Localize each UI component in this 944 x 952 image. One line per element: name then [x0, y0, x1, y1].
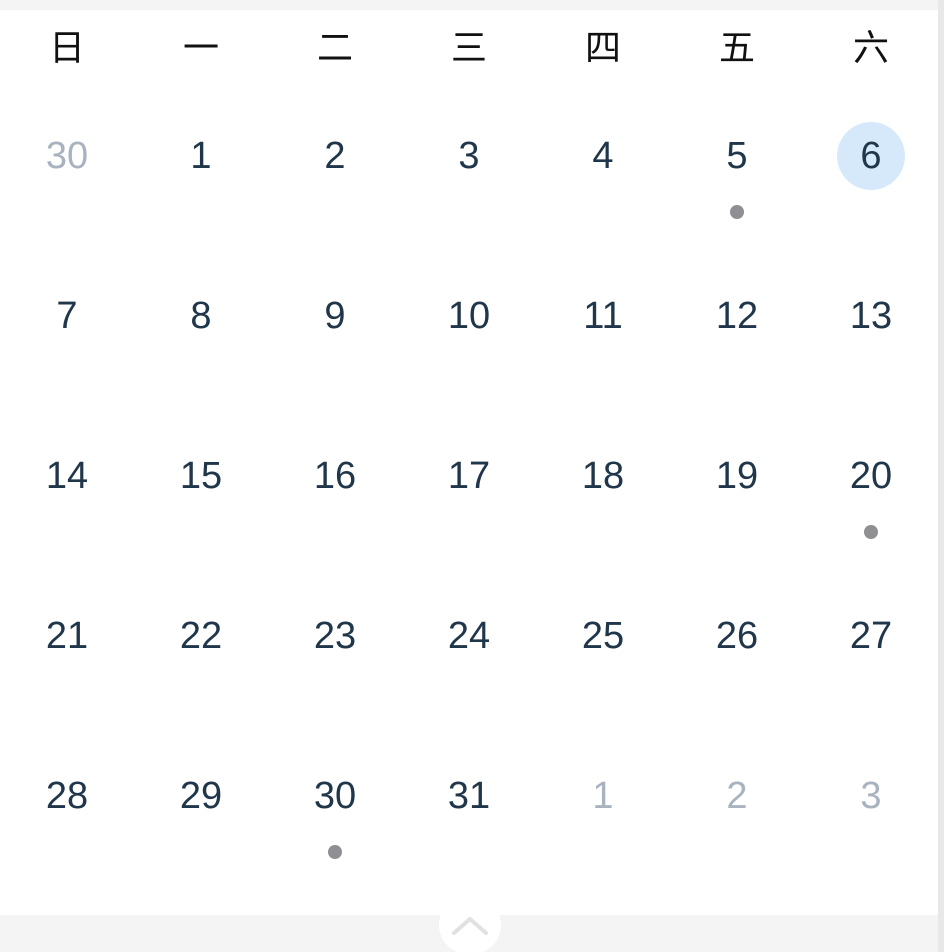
date-number: 24	[447, 615, 491, 657]
weekday-tuesday: 二	[316, 28, 353, 69]
calendar-day-cell[interactable]: 11	[536, 261, 670, 421]
calendar-day-cell[interactable]: 1	[134, 101, 268, 261]
calendar-day-cell[interactable]: 12	[670, 261, 804, 421]
calendar-week-row: 30 1 2 3 4 5 6	[0, 101, 938, 261]
calendar-day-cell[interactable]: 17	[402, 421, 536, 581]
date-number: 8	[190, 295, 212, 337]
calendar-day-cell[interactable]: 6	[804, 101, 938, 261]
date-number: 2	[726, 775, 748, 817]
calendar-screen: 日 一 二 三 四 五 六 30 1 2 3 4 5 6 7 8 9 10 11 12 13 14 15 16 1…	[0, 0, 944, 952]
calendar-day-cell[interactable]: 23	[268, 581, 402, 741]
calendar-day-cell[interactable]: 31	[402, 741, 536, 901]
date-number: 11	[583, 295, 623, 337]
date-number: 12	[715, 295, 759, 337]
calendar-day-cell[interactable]: 7	[0, 261, 134, 421]
calendar-day-cell[interactable]: 18	[536, 421, 670, 581]
date-number: 30	[313, 775, 357, 817]
calendar-day-cell[interactable]: 28	[0, 741, 134, 901]
date-number: 27	[849, 615, 893, 657]
date-number: 3	[458, 135, 480, 177]
weekday-saturday: 六	[852, 28, 889, 69]
calendar-week-row: 21 22 23 24 25 26 27	[0, 581, 938, 741]
date-number: 3	[860, 775, 882, 817]
calendar-day-cell[interactable]: 16	[268, 421, 402, 581]
date-number: 31	[447, 775, 491, 817]
date-number: 19	[715, 455, 759, 497]
date-number: 1	[190, 135, 212, 177]
event-indicator-dot	[864, 525, 878, 539]
date-number: 29	[179, 775, 223, 817]
calendar-week-row: 14 15 16 17 18 19 20	[0, 421, 938, 581]
date-number: 15	[179, 455, 223, 497]
collapse-calendar-button[interactable]	[439, 896, 501, 952]
date-number: 28	[45, 775, 89, 817]
calendar-day-cell[interactable]: 25	[536, 581, 670, 741]
date-number: 4	[592, 135, 614, 177]
event-indicator-dot	[328, 845, 342, 859]
calendar-day-cell[interactable]: 26	[670, 581, 804, 741]
date-number: 1	[592, 775, 614, 817]
date-number: 10	[447, 295, 491, 337]
weekday-sunday: 日	[48, 28, 85, 69]
calendar-day-cell[interactable]: 30	[0, 101, 134, 261]
date-number: 21	[45, 615, 89, 657]
weekday-thursday: 四	[584, 28, 621, 69]
calendar-week-row: 28 29 30 31 1 2 3	[0, 741, 938, 901]
weekday-friday: 五	[718, 28, 755, 69]
calendar-day-cell[interactable]: 3	[804, 741, 938, 901]
date-number: 22	[179, 615, 223, 657]
screen-edge-divider	[938, 0, 944, 952]
date-number: 9	[324, 295, 346, 337]
calendar-day-cell[interactable]: 10	[402, 261, 536, 421]
date-number: 16	[313, 455, 357, 497]
calendar-day-cell[interactable]: 15	[134, 421, 268, 581]
calendar-day-cell[interactable]: 27	[804, 581, 938, 741]
calendar-week-row: 7 8 9 10 11 12 13	[0, 261, 938, 421]
date-number: 13	[849, 295, 893, 337]
calendar-day-cell[interactable]: 13	[804, 261, 938, 421]
weekday-monday: 一	[182, 28, 219, 69]
date-number: 5	[726, 135, 748, 177]
weekday-header-row: 日 一 二 三 四 五 六	[0, 28, 938, 88]
calendar-day-cell[interactable]: 22	[134, 581, 268, 741]
date-number: 23	[313, 615, 357, 657]
calendar-day-cell[interactable]: 9	[268, 261, 402, 421]
date-number: 26	[715, 615, 759, 657]
calendar-day-cell[interactable]: 8	[134, 261, 268, 421]
date-number: 25	[581, 615, 625, 657]
date-number: 18	[581, 455, 625, 497]
calendar-day-cell[interactable]: 5	[670, 101, 804, 261]
calendar-day-cell[interactable]: 2	[670, 741, 804, 901]
calendar-day-cell[interactable]: 4	[536, 101, 670, 261]
calendar-day-cell[interactable]: 30	[268, 741, 402, 901]
calendar-day-cell[interactable]: 24	[402, 581, 536, 741]
date-number: 14	[45, 455, 89, 497]
date-number: 7	[56, 295, 78, 337]
date-number: 30	[45, 135, 89, 177]
month-calendar: 日 一 二 三 四 五 六 30 1 2 3 4 5 6 7 8 9 10 11 12 13 14 15 16 1…	[0, 10, 938, 952]
calendar-day-cell[interactable]: 19	[670, 421, 804, 581]
calendar-day-cell[interactable]: 29	[134, 741, 268, 901]
chevron-up-icon	[452, 917, 488, 935]
selected-date-number: 6	[837, 122, 905, 190]
date-number: 20	[849, 455, 893, 497]
calendar-day-cell[interactable]: 14	[0, 421, 134, 581]
calendar-day-cell[interactable]: 21	[0, 581, 134, 741]
calendar-day-cell[interactable]: 1	[536, 741, 670, 901]
calendar-day-cell[interactable]: 20	[804, 421, 938, 581]
event-indicator-dot	[730, 205, 744, 219]
date-number: 2	[324, 135, 346, 177]
date-number: 17	[447, 455, 491, 497]
calendar-day-cell[interactable]: 3	[402, 101, 536, 261]
weekday-wednesday: 三	[450, 28, 487, 69]
calendar-day-cell[interactable]: 2	[268, 101, 402, 261]
